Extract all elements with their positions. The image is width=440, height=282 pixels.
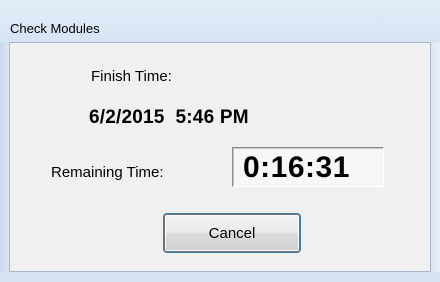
title-bar[interactable]: Check Modules xyxy=(0,0,440,42)
window-title: Check Modules xyxy=(10,21,100,36)
window-frame-left xyxy=(0,42,9,282)
remaining-time-display: 0:16:31 xyxy=(232,147,384,187)
finish-time-value: 6/2/2015 5:46 PM xyxy=(89,107,249,128)
check-modules-window: Check Modules Finish Time: 6/2/2015 5:46… xyxy=(0,0,440,282)
window-frame-bottom xyxy=(0,272,440,282)
window-frame-right xyxy=(431,42,440,282)
finish-time-label: Finish Time: xyxy=(91,68,172,85)
cancel-button[interactable]: Cancel xyxy=(164,214,300,252)
remaining-time-label: Remaining Time: xyxy=(51,164,164,181)
remaining-time-value: 0:16:31 xyxy=(243,151,350,184)
